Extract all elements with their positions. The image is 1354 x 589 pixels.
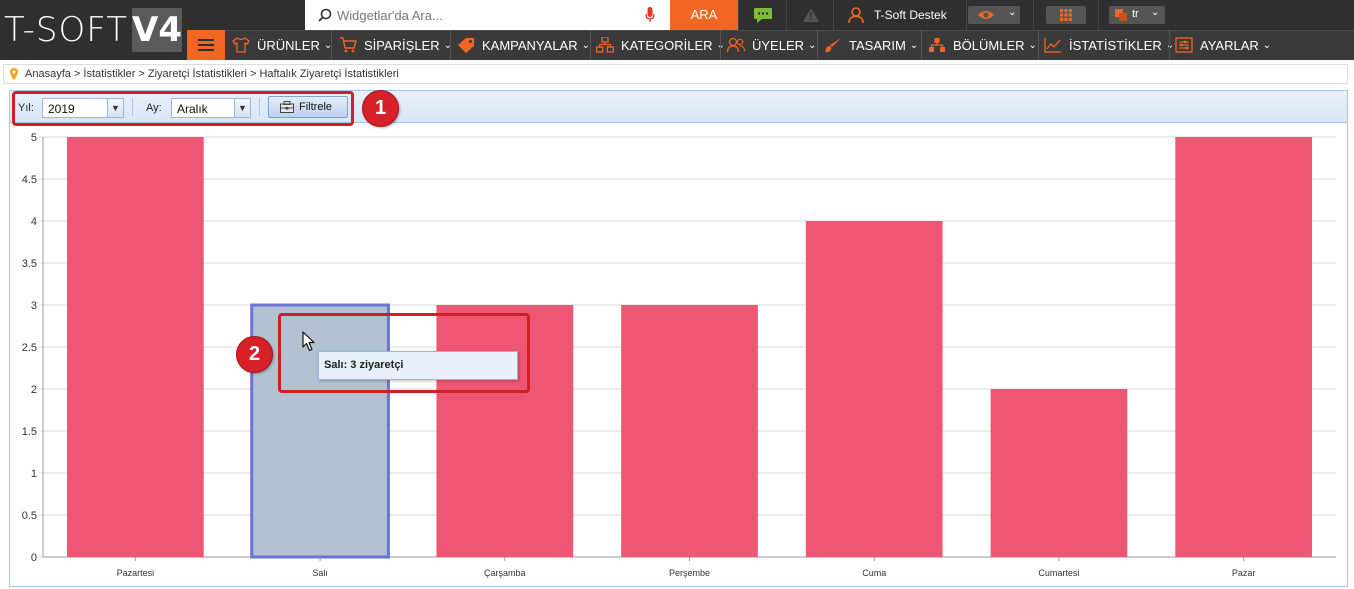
bar-0[interactable]	[67, 137, 204, 557]
y-tick-label: 0	[31, 552, 37, 564]
annotation-box-1	[12, 91, 354, 126]
y-tick-label: 2.5	[22, 342, 37, 354]
annotation-box-2	[278, 313, 530, 393]
y-tick-label: 3.5	[22, 258, 37, 270]
x-tick-label: Çarşamba	[484, 568, 526, 578]
y-tick-label: 4	[31, 216, 37, 228]
y-tick-label: 4.5	[22, 174, 37, 186]
x-tick-label: Salı	[312, 568, 328, 578]
x-tick-label: Cuma	[862, 568, 886, 578]
bar-3[interactable]	[621, 305, 758, 557]
bar-5[interactable]	[990, 389, 1128, 557]
weekly-visitors-chart: 0 0.5 1 1.5 2 2.5 3 3.5 4 4.5 5 Pazartesi Salı Çarşam…	[22, 132, 1336, 578]
y-tick-label: 3	[31, 300, 37, 312]
y-tick-label: 1.5	[22, 426, 37, 438]
x-tick-label: Pazar	[1232, 568, 1256, 578]
y-tick-label: 5	[31, 132, 37, 144]
x-tick-label: Pazartesi	[117, 568, 155, 578]
bar-6[interactable]	[1175, 137, 1312, 557]
annotation-badge-2: 2	[236, 336, 273, 373]
app-window: T-SOFT V4 ARA T-Soft Dest	[0, 0, 1354, 589]
annotation-badge-1: 1	[362, 90, 399, 127]
x-tick-label: Perşembe	[669, 568, 710, 578]
bar-4[interactable]	[805, 221, 943, 557]
y-tick-label: 2	[31, 384, 37, 396]
y-tick-label: 0.5	[22, 510, 37, 522]
x-tick-label: Cumartesi	[1038, 568, 1079, 578]
y-tick-label: 1	[31, 468, 37, 480]
